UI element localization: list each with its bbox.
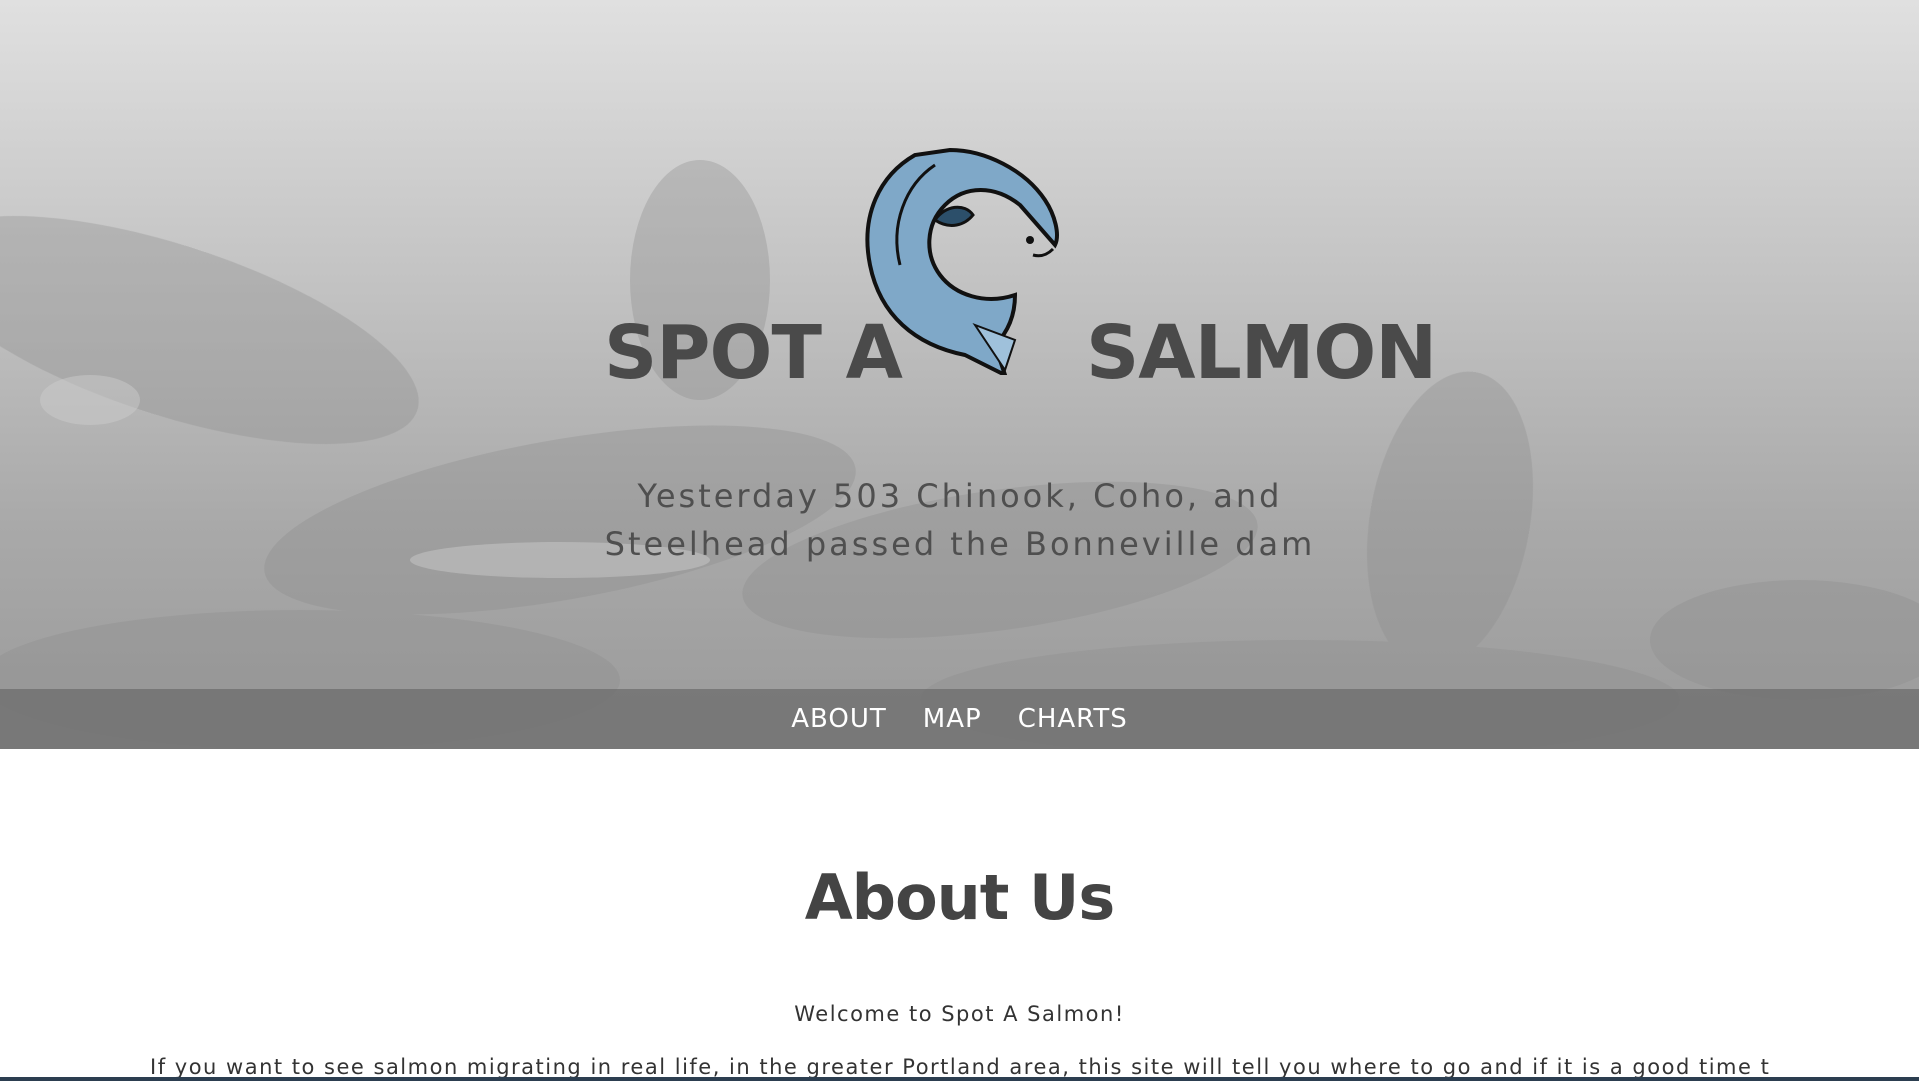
- migration-summary: Yesterday 503 Chinook, Coho, and Steelhe…: [560, 472, 1360, 568]
- summary-line-1: Yesterday 503 Chinook, Coho, and: [637, 477, 1283, 515]
- about-heading: About Us: [804, 861, 1116, 934]
- welcome-text: Welcome to Spot A Salmon!: [794, 1002, 1125, 1026]
- nav-charts[interactable]: CHARTS: [1018, 704, 1128, 734]
- intro-paragraph: If you want to see salmon migrating in r…: [150, 1055, 1769, 1079]
- main-navigation: ABOUT MAP CHARTS: [0, 689, 1919, 749]
- hero-banner: SPOT A SALMON Yesterday 503 Chinook, Coh…: [0, 0, 1919, 749]
- salmon-logo-icon: [865, 147, 1059, 375]
- nav-about[interactable]: ABOUT: [791, 704, 887, 734]
- nav-map[interactable]: MAP: [923, 704, 982, 734]
- site-title-right: SALMON: [1086, 310, 1437, 396]
- bottom-divider: [0, 1077, 1919, 1081]
- summary-line-2: Steelhead passed the Bonneville dam: [604, 525, 1316, 563]
